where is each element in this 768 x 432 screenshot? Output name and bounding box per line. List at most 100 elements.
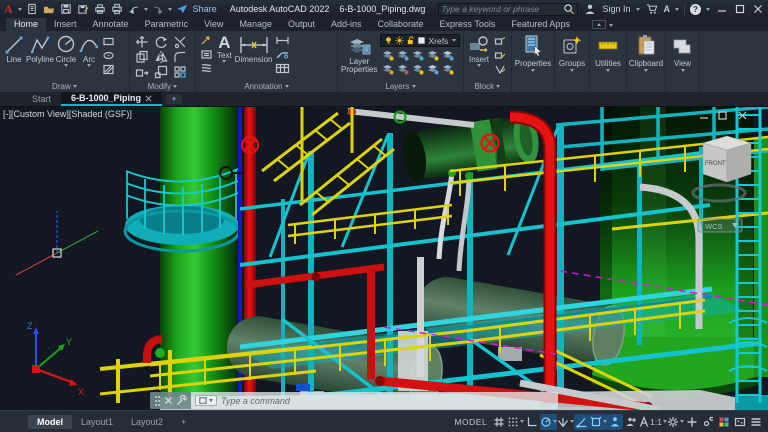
command-line[interactable]: Type a command	[150, 392, 558, 409]
line-tool[interactable]: Line	[3, 34, 25, 76]
scale-tool-icon[interactable]	[153, 65, 168, 78]
layer-tool-icon[interactable]	[380, 62, 395, 75]
properties-tool[interactable]: Properties	[512, 31, 554, 92]
mleader-style-icon[interactable]	[199, 34, 214, 47]
layer-tool-icon[interactable]	[425, 62, 440, 75]
autodesk-account-icon[interactable]: A	[664, 4, 671, 14]
minimize-button[interactable]	[715, 3, 728, 16]
print-icon[interactable]	[110, 2, 124, 16]
panel-label-block[interactable]: Block	[464, 82, 511, 91]
file-tab-active-document[interactable]: 6-B-1000_Piping	[61, 92, 162, 106]
ellipse-tool-icon[interactable]	[101, 49, 116, 62]
trim-tool-icon[interactable]	[172, 35, 187, 48]
layer-tool-icon[interactable]	[440, 48, 455, 61]
leader-icon[interactable]	[275, 48, 290, 61]
annotation-scale-button[interactable]: 1:1	[639, 414, 667, 430]
edit-block-icon[interactable]	[492, 49, 507, 62]
ribbon-tab-express-tools[interactable]: Express Tools	[432, 18, 504, 31]
new-file-icon[interactable]	[25, 2, 39, 16]
linear-dim-icon[interactable]	[275, 34, 290, 47]
utilities-tool[interactable]: Utilities	[590, 31, 626, 92]
recent-commands-button[interactable]	[195, 395, 217, 406]
insert-block-tool[interactable]: Insert	[468, 34, 490, 76]
command-input-placeholder[interactable]: Type a command	[221, 396, 290, 406]
ribbon-tab-collaborate[interactable]: Collaborate	[370, 18, 432, 31]
wcs-dropdown[interactable]: WCS	[698, 219, 742, 232]
panel-label-draw[interactable]: Draw	[0, 82, 129, 91]
grip-icon[interactable]	[154, 395, 161, 407]
share-icon[interactable]	[175, 2, 189, 16]
search-input[interactable]	[441, 4, 563, 14]
text-tool[interactable]: A Text	[217, 34, 232, 75]
polar-tracking-icon[interactable]	[540, 414, 557, 430]
autoscale-icon[interactable]	[623, 414, 639, 430]
help-icon[interactable]: ?	[690, 4, 701, 15]
clean-screen-icon[interactable]	[732, 414, 748, 430]
ortho-icon[interactable]	[524, 414, 540, 430]
ribbon-tab-featured-apps[interactable]: Featured Apps	[503, 18, 578, 31]
clipboard-tool[interactable]: Clipboard	[627, 31, 665, 92]
open-file-icon[interactable]	[42, 2, 56, 16]
ribbon-tab-view[interactable]: View	[196, 18, 231, 31]
layout-tab-layout2[interactable]: Layout2	[122, 415, 172, 429]
move-tool-icon[interactable]	[134, 35, 149, 48]
isometric-drafting-icon[interactable]	[557, 414, 574, 430]
help-search[interactable]	[438, 3, 578, 16]
object-snap-icon[interactable]	[590, 414, 607, 430]
snap-icon[interactable]	[507, 414, 524, 430]
layer-tool-icon[interactable]	[410, 62, 425, 75]
new-layout-button[interactable]: +	[172, 415, 195, 429]
viewport-controls-label[interactable]: [-][Custom View][Shaded (GSF)]	[3, 109, 132, 119]
arc-tool[interactable]: Arc	[78, 34, 100, 76]
ribbon-tab-manage[interactable]: Manage	[231, 18, 280, 31]
drawing-viewport[interactable]: Z Y X FRONT WCS [-][Custom View][Shaded …	[0, 107, 768, 410]
graphics-performance-icon[interactable]	[716, 414, 732, 430]
help-chevron-icon[interactable]	[706, 8, 710, 11]
table-icon[interactable]	[275, 62, 290, 75]
layer-tool-icon[interactable]	[410, 48, 425, 61]
ribbon-minimize-button[interactable]	[592, 20, 606, 29]
model-space-toggle[interactable]: MODEL	[454, 417, 487, 427]
plot-icon[interactable]	[93, 2, 107, 16]
layer-tool-icon[interactable]	[440, 62, 455, 75]
panel-label-modify[interactable]: Modify	[130, 82, 195, 91]
ribbon-minimize-chevron-icon[interactable]	[609, 24, 613, 27]
file-tab-start[interactable]: Start	[22, 92, 61, 106]
circle-tool[interactable]: Circle	[55, 34, 77, 76]
block-attributes-icon[interactable]	[492, 63, 507, 76]
search-icon[interactable]	[563, 3, 575, 15]
ribbon-tab-insert[interactable]: Insert	[46, 18, 85, 31]
redo-chevron-icon[interactable]	[168, 8, 172, 11]
mirror-tool-icon[interactable]	[153, 50, 168, 63]
account-chevron-icon[interactable]	[675, 8, 679, 11]
groups-tool[interactable]: Groups	[555, 31, 589, 92]
sign-in-chevron-icon[interactable]	[636, 8, 640, 11]
hatch-tool-icon[interactable]	[101, 63, 116, 76]
grid-icon[interactable]	[491, 414, 507, 430]
ribbon-tab-annotate[interactable]: Annotate	[85, 18, 137, 31]
fillet-tool-icon[interactable]	[172, 50, 187, 63]
stretch-tool-icon[interactable]	[134, 65, 149, 78]
layer-tool-icon[interactable]	[380, 48, 395, 61]
settings-gear-icon[interactable]	[667, 414, 684, 430]
layer-properties-tool[interactable]: Layer Properties	[341, 34, 377, 76]
panel-label-layers[interactable]: Layers	[338, 82, 463, 91]
maximize-button[interactable]	[733, 3, 746, 16]
app-menu-chevron-icon[interactable]	[18, 8, 22, 11]
rectangle-tool-icon[interactable]	[101, 35, 116, 48]
app-store-cart-icon[interactable]	[645, 2, 659, 16]
close-tab-icon[interactable]	[145, 95, 152, 102]
layout-tab-layout1[interactable]: Layout1	[72, 415, 122, 429]
layer-tool-icon[interactable]	[395, 62, 410, 75]
panel-label-annotation[interactable]: Annotation	[196, 82, 337, 91]
customize-plus-icon[interactable]	[684, 414, 700, 430]
customization-menu-icon[interactable]	[748, 414, 764, 430]
redo-icon[interactable]	[151, 2, 165, 16]
object-snap-tracking-icon[interactable]	[574, 414, 590, 430]
layer-tool-icon[interactable]	[425, 48, 440, 61]
new-drawing-tab-button[interactable]: +	[166, 94, 182, 104]
view-tool[interactable]: View	[666, 31, 699, 92]
sign-in-label[interactable]: Sign In	[602, 4, 630, 14]
save-icon[interactable]	[59, 2, 73, 16]
ribbon-tab-home[interactable]: Home	[6, 18, 46, 31]
